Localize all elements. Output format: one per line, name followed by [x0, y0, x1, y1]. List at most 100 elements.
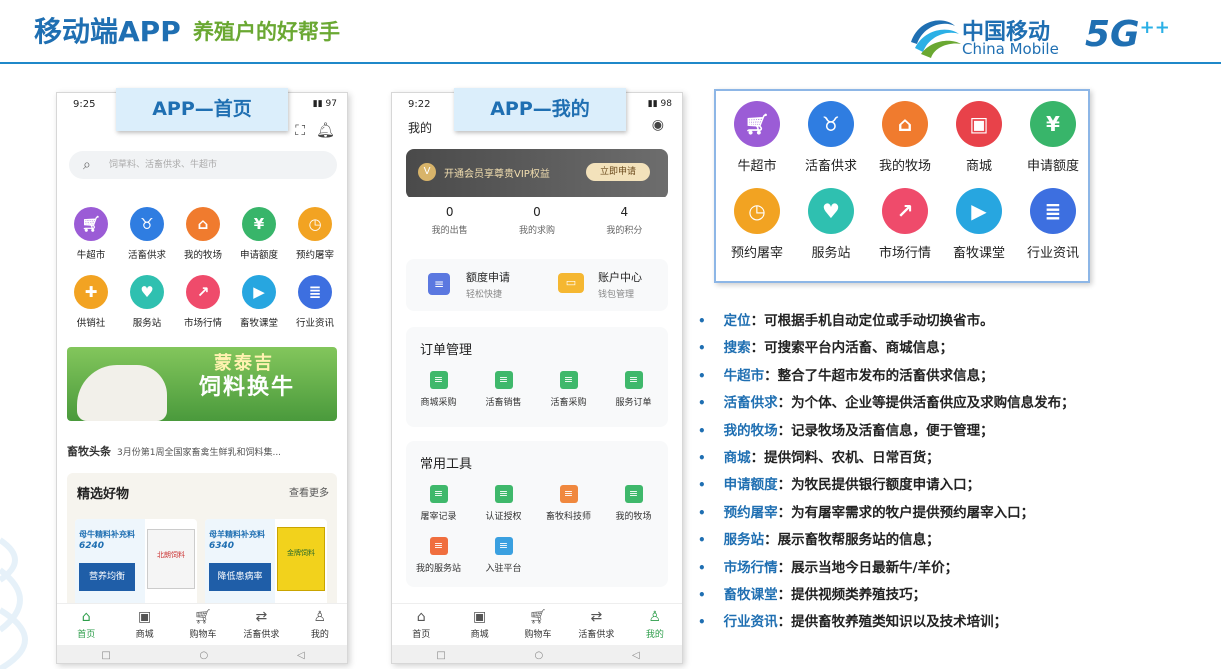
home-icon-label: 行业资讯 — [295, 318, 334, 329]
status-battery: ▮▮ 97 — [312, 99, 337, 109]
description-item: • 搜索：可搜索平台内活畜、商城信息； — [698, 336, 1218, 363]
vip-banner[interactable]: V 开通会员享尊贵VIP权益 立即申请 — [406, 149, 668, 199]
tool-item[interactable]: ≡ 活畜销售 — [471, 371, 536, 408]
bottom-tab-bar: ⌂ 首页 ▣ 商城 🛒︎ 购物车 ⇄ 活畜供求 ♙ 我的 — [392, 603, 682, 645]
panel-icon-item[interactable]: ⌂ 我的牧场 — [868, 101, 942, 174]
featured-goods-section: 精选好物 查看更多 母牛精料补充料 6240 营养均衡 北朗饲料 母羊精料补充料… — [67, 473, 337, 623]
tool-item[interactable]: ≡ 服务订单 — [601, 371, 666, 408]
description-value: ：记录牧场及活畜信息，便于管理； — [777, 422, 994, 439]
android-nav-bar: □ ○ ◁ — [57, 645, 347, 663]
notification-bell-icon[interactable]: 🔔︎ — [316, 121, 335, 139]
stat-item[interactable]: 0 我的出售 — [406, 197, 493, 247]
nav-recent-icon[interactable]: □ — [101, 650, 110, 661]
exchange-icon: ⇄ — [590, 609, 603, 625]
tab-exchange[interactable]: ⇄ 活畜供求 — [567, 604, 625, 645]
nav-back-icon[interactable]: ◁ — [632, 650, 640, 661]
status-time: 9:22 — [408, 99, 431, 110]
product-tag: 营养均衡 — [79, 563, 135, 591]
tab-shop[interactable]: ▣ 商城 — [115, 604, 173, 645]
home-icon-item[interactable]: ♉ 活畜供求 — [119, 207, 175, 261]
yuan-icon: ¥ — [242, 207, 276, 241]
panel-feature-icon: ▣ — [956, 101, 1002, 147]
page-title: 我的 — [408, 121, 433, 135]
search-icon: ⌕ — [83, 157, 91, 173]
tool-item[interactable]: ≡ 商城采购 — [406, 371, 471, 408]
panel-icon-item[interactable]: ▣ 商城 — [942, 101, 1016, 174]
home-icon-item[interactable]: ✚ 供销社 — [63, 275, 119, 329]
panel-icon-label: 市场行情 — [878, 246, 931, 261]
tool-item[interactable]: ≡ 我的服务站 — [406, 537, 471, 574]
tab-label: 首页 — [412, 630, 431, 640]
tool-label: 认证授权 — [485, 512, 522, 522]
home-icon-item[interactable]: ¥ 申请额度 — [231, 207, 287, 261]
panel-icon-item[interactable]: ↗ 市场行情 — [868, 188, 942, 261]
tool-item[interactable]: ≡ 屠宰记录 — [406, 485, 471, 522]
tab-cart[interactable]: 🛒︎ 购物车 — [509, 604, 567, 645]
bullet-icon: • — [698, 478, 706, 493]
status-battery: ▮▮ 98 — [647, 99, 672, 109]
nav-back-icon[interactable]: ◁ — [297, 650, 305, 661]
bottom-tab-bar: ⌂ 首页 ▣ 商城 🛒︎ 购物车 ⇄ 活畜供求 ♙ 我的 — [57, 603, 347, 645]
tool-label: 活畜销售 — [485, 398, 522, 408]
panel-feature-icon: ◷ — [734, 188, 780, 234]
search-input[interactable]: ⌕ 饲草料、活畜供求、牛超市 — [69, 151, 337, 179]
panel-icon-item[interactable]: ¥ 申请额度 — [1016, 101, 1090, 174]
stat-item[interactable]: 4 我的积分 — [581, 197, 668, 247]
nav-recent-icon[interactable]: □ — [436, 650, 445, 661]
cow-image — [77, 365, 167, 421]
description-value: ：可搜索平台内活畜、商城信息； — [750, 340, 954, 357]
panel-icon-item[interactable]: ▶ 畜牧课堂 — [942, 188, 1016, 261]
phone-profile-screen: 9:22 ▮▮ 98 我的 ◉ V 开通会员享尊贵VIP权益 立即申请 0 我的出… — [391, 92, 683, 664]
tab-label: 活畜供求 — [243, 630, 280, 640]
vip-apply-button[interactable]: 立即申请 — [586, 163, 650, 181]
home-icon-item[interactable]: ≣ 行业资讯 — [287, 275, 343, 329]
home-icon-item[interactable]: ↗ 市场行情 — [175, 275, 231, 329]
scan-icon[interactable]: ⛶ — [295, 123, 305, 139]
nav-home-icon[interactable]: ○ — [535, 650, 544, 661]
tool-label: 活畜采购 — [550, 398, 587, 408]
slide-subtitle: 养殖户的好帮手 — [193, 20, 340, 44]
tab-home[interactable]: ⌂ 首页 — [57, 604, 115, 645]
panel-icon-label: 申请额度 — [1026, 159, 1079, 174]
home-icon-item[interactable]: ◷ 预约屠宰 — [287, 207, 343, 261]
description-item: • 商城：提供饲料、农机、日常百货； — [698, 446, 1218, 473]
promo-banner[interactable]: 蒙泰吉 饲料换牛 — [67, 347, 337, 421]
description-key: 商城 — [723, 449, 751, 466]
tab-shop[interactable]: ▣ 商城 — [450, 604, 508, 645]
tool-icon: ≡ — [494, 537, 513, 555]
tab-label: 购物车 — [524, 630, 552, 640]
panel-icon-item[interactable]: ♉ 活畜供求 — [794, 101, 868, 174]
tab-user[interactable]: ♙ 我的 — [291, 604, 347, 645]
panel-icon-item[interactable]: ◷ 预约屠宰 — [720, 188, 794, 261]
tool-item[interactable]: ≡ 畜牧科技师 — [536, 485, 601, 522]
tool-item[interactable]: ≡ 活畜采购 — [536, 371, 601, 408]
nav-home-icon[interactable]: ○ — [200, 650, 209, 661]
tab-exchange[interactable]: ⇄ 活畜供求 — [232, 604, 290, 645]
tool-item[interactable]: ≡ 入驻平台 — [471, 537, 536, 574]
account-center-title[interactable]: 账户中心 — [598, 269, 642, 285]
stat-item[interactable]: 0 我的求购 — [493, 197, 580, 247]
panel-icon-item[interactable]: 🛒︎ 牛超市 — [720, 101, 794, 174]
feature-description-list: • 定位：可根据手机自动定位或手动切换省市。 • 搜索：可搜索平台内活畜、商城信息； •… — [698, 309, 1218, 638]
home-icon-item[interactable]: 🛒︎ 牛超市 — [63, 207, 119, 261]
credit-apply-title[interactable]: 额度申请 — [466, 269, 510, 285]
user-icon: ♙ — [313, 609, 327, 625]
home-icon-item[interactable]: ▶ 畜牧课堂 — [231, 275, 287, 329]
tab-cart[interactable]: 🛒︎ 购物车 — [174, 604, 232, 645]
home-icon-item[interactable]: ♥ 服务站 — [119, 275, 175, 329]
tab-user[interactable]: ♙ 我的 — [626, 604, 682, 645]
tab-home[interactable]: ⌂ 首页 — [392, 604, 450, 645]
panel-icon-item[interactable]: ♥ 服务站 — [794, 188, 868, 261]
goods-more-link[interactable]: 查看更多 — [289, 484, 329, 499]
tool-item[interactable]: ≡ 认证授权 — [471, 485, 536, 522]
settings-eye-icon[interactable]: ◉ — [652, 117, 664, 133]
tool-item[interactable]: ≡ 我的牧场 — [601, 485, 666, 522]
phone1-caption: APP—首页 — [116, 88, 288, 131]
panel-icon-item[interactable]: ≣ 行业资讯 — [1016, 188, 1090, 261]
news-ticker[interactable]: 畜牧头条 3月份第1周全国家畜禽生鲜乳和饲料集... — [67, 443, 281, 459]
bullet-icon: • — [698, 587, 706, 602]
exchange-icon: ⇄ — [255, 609, 268, 625]
home-icon-item[interactable]: ⌂ 我的牧场 — [175, 207, 231, 261]
vip-badge-icon: V — [418, 163, 436, 181]
china-mobile-logo-icon — [911, 20, 961, 58]
